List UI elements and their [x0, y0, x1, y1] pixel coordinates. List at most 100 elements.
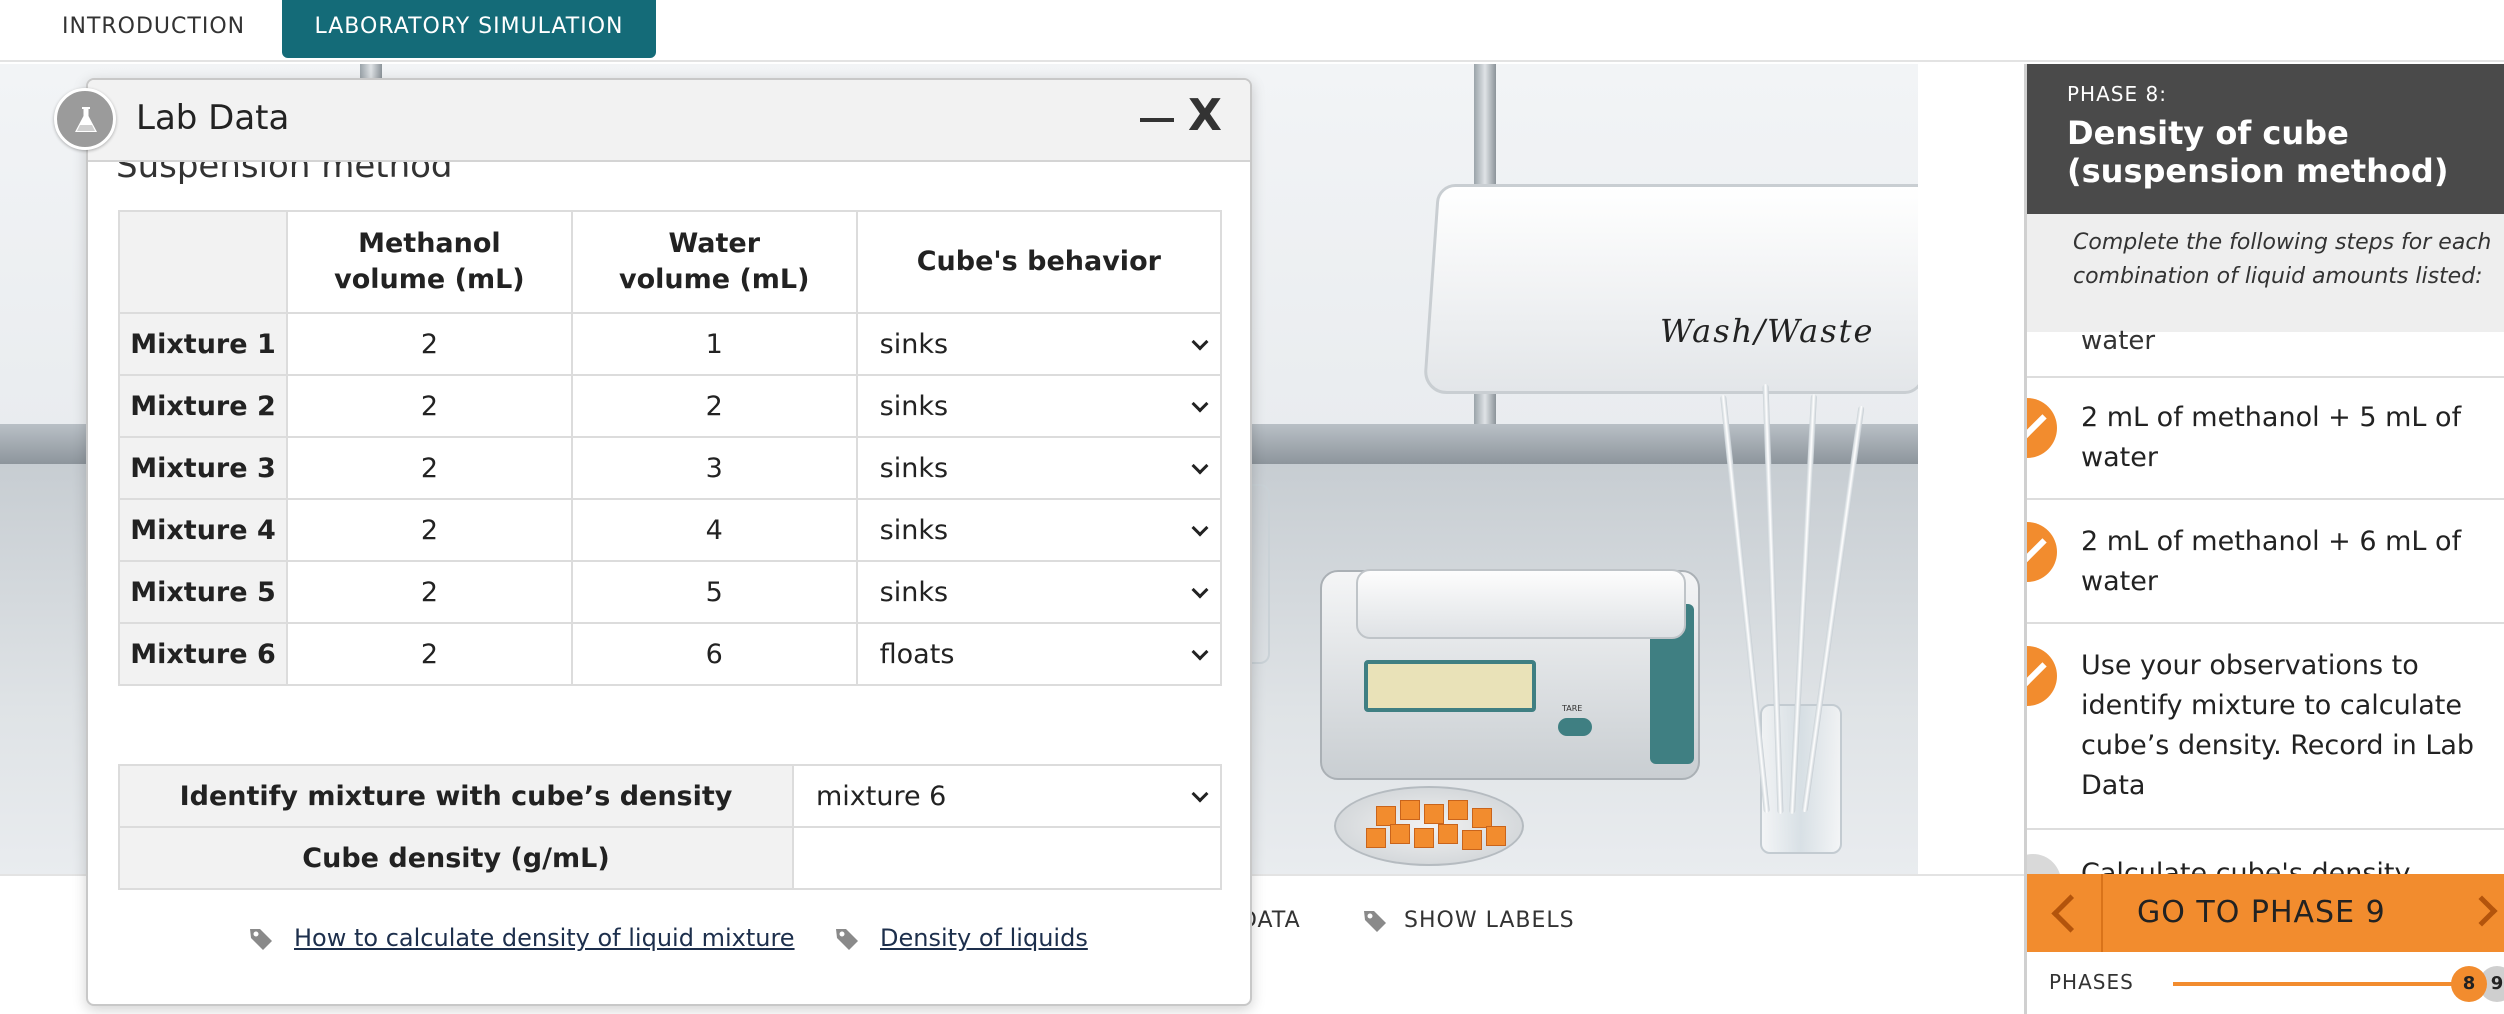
link-label: Density of liquids [880, 924, 1088, 952]
cube-density-input[interactable] [792, 826, 1222, 890]
table-row: Identify mixture with cube’s density mix… [118, 764, 1222, 828]
behavior-select[interactable]: sinks [855, 498, 1223, 562]
behavior-value: sinks [879, 452, 949, 484]
lab-data-dialog: Suspension method Lab Data X Methanol vol… [86, 78, 1252, 1006]
step-line: cube’s density. Record in Lab [2081, 730, 2475, 761]
row-label: Mixture 6 [118, 622, 288, 686]
methanol-cell: 2 [286, 560, 573, 624]
header-line: volume (mL) [618, 264, 810, 295]
behavior-select[interactable]: sinks [855, 560, 1223, 624]
table-row: Mixture 6 2 6 floats [118, 622, 1223, 686]
link-density-liquids[interactable]: Density of liquids [834, 924, 1088, 952]
tab-introduction[interactable]: INTRODUCTION [62, 0, 245, 58]
next-phase-chevron-icon[interactable] [2466, 895, 2498, 927]
petri-dish-cubes[interactable] [1334, 786, 1524, 866]
header-line: Methanol [358, 228, 501, 259]
step-text-partial: Calculate cube's density. Record [2081, 858, 2416, 874]
step-line: water [2081, 442, 2158, 473]
tag-icon [250, 929, 272, 950]
step-line: water [2081, 566, 2158, 597]
tag-icon [1364, 911, 1386, 932]
water-cell: 5 [570, 560, 858, 624]
water-cell: 4 [570, 498, 858, 562]
show-labels-button[interactable]: SHOW LABELS [1362, 904, 1575, 938]
go-to-phase-button[interactable]: GO TO PHASE 9 [2137, 874, 2386, 952]
step-text-partial: water [2081, 326, 2156, 356]
step-line: 2 mL of methanol + 6 mL of [2081, 526, 2462, 557]
behavior-value: sinks [879, 514, 949, 546]
methanol-cell: 2 [286, 436, 573, 500]
identify-mixture-select[interactable]: mixture 6 [792, 764, 1222, 828]
check-icon [2027, 398, 2057, 458]
step-text: 2 mL of methanol + 5 mL of water [2081, 398, 2491, 478]
phase-title-line: (suspension method) [2067, 152, 2449, 190]
step-text: 2 mL of methanol + 6 mL of water [2081, 522, 2491, 602]
cube [1376, 806, 1396, 826]
table-row: Mixture 5 2 5 sinks [118, 560, 1223, 624]
phase-title: Density of cube (suspension method) [2067, 114, 2467, 190]
check-icon [2027, 646, 2057, 706]
tare-button[interactable] [1558, 718, 1592, 736]
close-icon[interactable]: X [1188, 90, 1222, 141]
row-label: Mixture 2 [118, 374, 288, 438]
help-links: How to calculate density of liquid mixtu… [88, 912, 1250, 972]
water-cell: 1 [570, 312, 858, 376]
row-label: Mixture 5 [118, 560, 288, 624]
header-line: volume (mL) [334, 264, 525, 295]
step-line: Use your observations to [2081, 650, 2419, 681]
cube [1414, 828, 1434, 848]
link-label: How to calculate density of liquid mixtu… [294, 924, 795, 952]
basin-label: Wash/Waste [1660, 312, 1875, 350]
chevron-down-icon [1191, 395, 1209, 413]
methanol-cell: 2 [286, 312, 573, 376]
phase-header: PHASE 8: Density of cube (suspension met… [2027, 64, 2504, 214]
show-labels-label: SHOW LABELS [1404, 908, 1575, 933]
flask-icon [54, 88, 116, 150]
cube [1438, 824, 1458, 844]
behavior-select[interactable]: sinks [855, 374, 1223, 438]
wash-waste-basin[interactable] [1422, 184, 1918, 394]
chevron-down-icon [1191, 333, 1209, 351]
scale-pan[interactable] [1356, 569, 1686, 639]
link-density-liquid-mixture[interactable]: How to calculate density of liquid mixtu… [248, 924, 795, 952]
header-line: Cube's behavior [916, 246, 1161, 277]
cube [1448, 800, 1468, 820]
methanol-cell: 2 [286, 374, 573, 438]
top-tabs: INTRODUCTION LABORATORY SIMULATION [0, 0, 2504, 62]
cube [1366, 828, 1386, 848]
cube [1486, 826, 1506, 846]
methanol-cell: 2 [286, 622, 573, 686]
tag-icon [836, 929, 858, 950]
scale-display [1364, 660, 1536, 712]
identify-mixture-value: mixture 6 [816, 780, 947, 812]
behavior-select[interactable]: sinks [855, 436, 1223, 500]
column-header: Water volume (mL) [570, 210, 858, 314]
tab-laboratory-simulation[interactable]: LABORATORY SIMULATION [282, 0, 656, 58]
cube [1472, 808, 1492, 828]
mixture-table: Methanol volume (mL) Water volume (mL) Cub… [118, 210, 1223, 686]
water-cell: 3 [570, 436, 858, 500]
minimize-icon[interactable] [1140, 118, 1174, 122]
behavior-select[interactable]: floats [855, 622, 1223, 686]
tare-label: TARE [1562, 704, 1583, 713]
phases-label: PHASES [2049, 970, 2134, 994]
table-row: Mixture 3 2 3 sinks [118, 436, 1223, 500]
chevron-down-icon [1191, 643, 1209, 661]
identify-mixture-label: Identify mixture with cube’s density [118, 764, 794, 828]
behavior-select[interactable]: sinks [855, 312, 1223, 376]
glass-jar-stirring-rods[interactable] [1760, 704, 1842, 854]
phases-track [2173, 982, 2473, 986]
behavior-value: sinks [879, 390, 949, 422]
phase-number: PHASE 8: [2067, 82, 2167, 106]
row-label: Mixture 4 [118, 498, 288, 562]
flask-glyph [75, 107, 97, 132]
header-line: Water [668, 228, 761, 259]
step-line: Data [2081, 770, 2146, 801]
phase-instructions: Complete the following steps for each co… [2027, 214, 2504, 332]
behavior-value: sinks [879, 328, 949, 360]
step-line: identify mixture to calculate [2081, 690, 2463, 721]
previous-phase-button[interactable] [2027, 874, 2103, 952]
column-header: Cube's behavior [855, 210, 1223, 314]
phase-dot-current[interactable]: 8 [2451, 966, 2487, 1002]
step-item: Use your observations to identify mixtur… [2027, 624, 2504, 830]
